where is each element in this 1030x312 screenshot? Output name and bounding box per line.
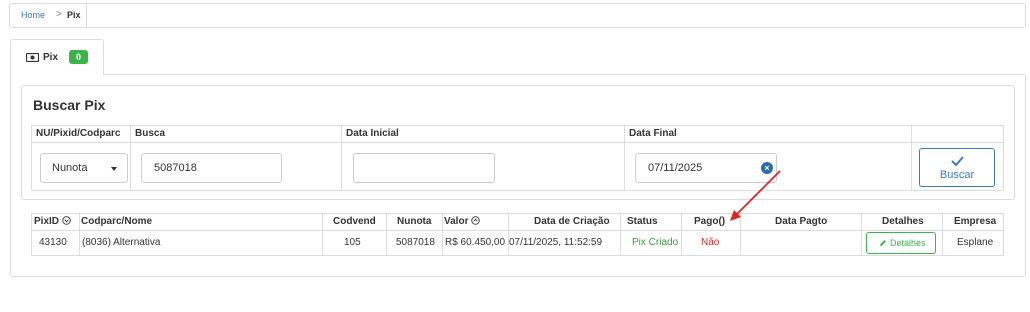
pencil-icon <box>880 240 886 246</box>
column-divider <box>624 126 625 190</box>
header-pago: Pago() <box>694 216 726 227</box>
column-divider <box>861 214 862 255</box>
tab-count-badge: 0 <box>69 50 88 64</box>
header-pixid[interactable]: PixID <box>34 216 71 227</box>
header-status: Status <box>627 216 658 227</box>
column-divider <box>508 214 509 255</box>
header-data-inicial: Data Inicial <box>346 128 399 139</box>
breadcrumb-current: Pix <box>67 10 81 20</box>
column-divider <box>942 214 943 255</box>
header-type: NU/Pixid/Codparc <box>36 128 121 139</box>
column-divider <box>442 214 443 255</box>
cell-pixid: 43130 <box>39 237 67 248</box>
header-valor[interactable]: Valor <box>444 216 480 227</box>
header-data-criacao: Data de Criação <box>534 216 610 227</box>
cell-data-criacao: 07/11/2025, 11:52:59 <box>509 237 603 248</box>
column-divider <box>911 126 912 190</box>
money-icon <box>26 53 39 62</box>
tab-pix[interactable]: Pix 0 <box>10 39 104 75</box>
buscar-label: Buscar <box>939 169 975 181</box>
column-divider <box>130 126 131 190</box>
column-divider <box>620 214 621 255</box>
type-select-value: Nunota <box>52 162 88 174</box>
tab-pix-label: Pix <box>43 52 59 63</box>
detalhes-label: Detalhes <box>890 238 926 248</box>
detalhes-button[interactable]: Detalhes <box>866 232 936 254</box>
annotation-arrow <box>730 170 781 221</box>
busca-input[interactable]: 5087018 <box>141 153 282 183</box>
cell-nunota: 5087018 <box>396 237 435 248</box>
buscar-button[interactable]: Buscar <box>919 148 995 187</box>
sort-circle-icon[interactable] <box>471 216 480 225</box>
cell-codvend: 105 <box>344 237 361 248</box>
type-select[interactable]: Nunota <box>40 153 128 183</box>
cell-status: Pix Criado <box>632 237 679 248</box>
column-divider <box>79 214 80 255</box>
check-icon <box>951 156 964 166</box>
header-detalhes: Detalhes <box>882 216 924 227</box>
header-busca: Busca <box>135 128 166 139</box>
data-inicial-input[interactable] <box>353 153 495 183</box>
header-empresa: Empresa <box>954 216 997 227</box>
column-divider <box>322 214 323 255</box>
search-title: Buscar Pix <box>33 97 106 113</box>
breadcrumb-separator: > <box>56 9 62 20</box>
header-valor-label: Valor <box>444 216 469 227</box>
results-header: PixID Codparc/Nome Codvend Nunota Valor … <box>32 214 1003 231</box>
header-codvend: Codvend <box>333 216 376 227</box>
column-divider <box>386 214 387 255</box>
breadcrumb-divider <box>86 4 87 27</box>
breadcrumb-home-link[interactable]: Home <box>21 10 45 20</box>
cell-valor: R$ 60.450,00 <box>445 237 506 248</box>
data-final-value: 07/11/2025 <box>648 162 703 174</box>
results-table: PixID Codparc/Nome Codvend Nunota Valor … <box>31 213 1004 256</box>
column-divider <box>341 126 342 190</box>
search-form-header: NU/Pixid/Codparc Busca Data Inicial Data… <box>32 126 1003 143</box>
header-data-final: Data Final <box>629 128 677 139</box>
header-nunota: Nunota <box>397 216 432 227</box>
cell-pago: Não <box>701 237 720 248</box>
busca-input-value: 5087018 <box>154 162 197 174</box>
chevron-down-icon <box>111 167 117 171</box>
breadcrumb: Home > Pix <box>9 3 1026 28</box>
header-pixid-label: PixID <box>34 216 60 227</box>
cell-empresa: Esplane <box>957 237 994 248</box>
header-codparc: Codparc/Nome <box>81 216 153 227</box>
column-divider <box>681 214 682 255</box>
sort-circle-icon[interactable] <box>62 216 71 225</box>
cell-codparc: (8036) Alternativa <box>82 237 161 248</box>
